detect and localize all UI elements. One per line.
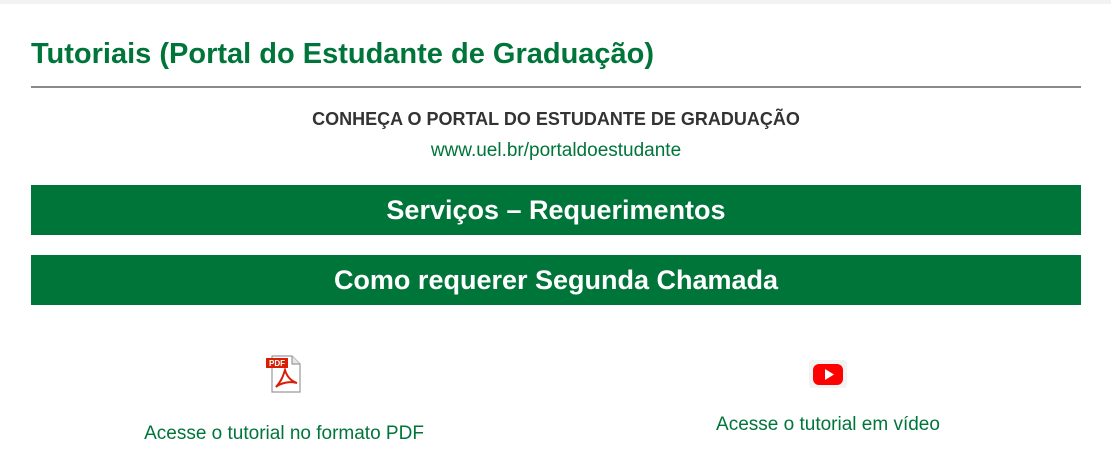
pdf-icon-label: PDF	[269, 359, 285, 368]
page-title: Tutoriais (Portal do Estudante de Gradua…	[31, 38, 655, 70]
pdf-icon[interactable]: PDF	[264, 354, 304, 394]
youtube-icon[interactable]	[808, 354, 848, 394]
content-card: Tutoriais (Portal do Estudante de Gradua…	[0, 4, 1111, 453]
portal-link[interactable]: www.uel.br/portaldoestudante	[31, 140, 1081, 162]
pdf-tutorial-link[interactable]: Acesse o tutorial no formato PDF	[24, 422, 544, 446]
pdf-tutorial: PDF Acesse o tutorial no formato PDF	[24, 354, 544, 446]
video-tutorial-link[interactable]: Acesse o tutorial em vídeo	[568, 413, 1088, 437]
segunda-chamada-banner: Como requerer Segunda Chamada	[31, 255, 1081, 305]
intro-heading: CONHEÇA O PORTAL DO ESTUDANTE DE GRADUAÇ…	[312, 109, 800, 129]
title-divider	[31, 86, 1081, 88]
services-requests-banner: Serviços – Requerimentos	[31, 185, 1081, 235]
video-tutorial: Acesse o tutorial em vídeo	[568, 354, 1088, 437]
